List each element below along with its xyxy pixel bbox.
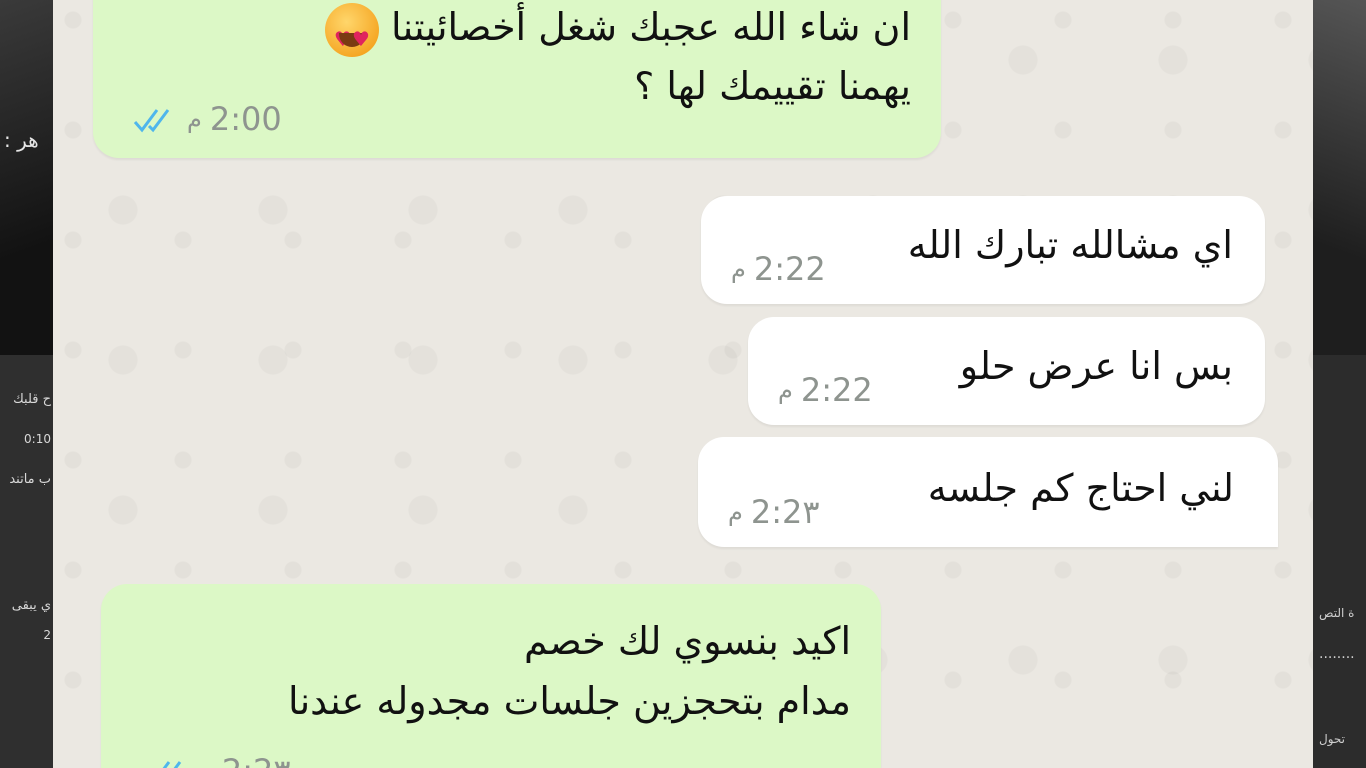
message-text-line: اكيد بنسوي لك خصم: [524, 619, 851, 663]
background-snippet: 2: [43, 628, 51, 642]
background-photo-left: [0, 0, 53, 355]
background-snippet: ة التص: [1319, 606, 1355, 620]
time-period: م: [731, 255, 746, 283]
message-text-line: مدام بتحجزين جلسات مجدوله عندنا: [288, 679, 851, 723]
message-time: 2:2٣: [750, 493, 820, 531]
message-bubble-outgoing[interactable]: ان شاء الله عجبك شغل أخصائيتنا يهمنا تقي…: [93, 0, 941, 158]
background-right-panel: ة التص ........ تحول: [1313, 0, 1366, 768]
message-meta: م 2:22: [778, 371, 873, 409]
background-left-panel: هر : ح قلبك 0:10 ب ماتند ي يبقى 2: [0, 0, 53, 768]
time-period: م: [728, 498, 743, 526]
double-check-icon: [133, 109, 170, 133]
background-text-fragment: هر :: [4, 128, 39, 152]
message-bubble-incoming[interactable]: بس انا عرض حلو م 2:22: [748, 317, 1265, 425]
message-meta: م 2:22: [731, 250, 826, 288]
chat-screenshot: ان شاء الله عجبك شغل أخصائيتنا يهمنا تقي…: [53, 0, 1313, 768]
time-period: م: [199, 757, 214, 768]
background-snippet: 0:10: [24, 432, 51, 446]
background-snippet: ي يبقى: [11, 598, 51, 613]
heart-eyes-emoji-icon: [324, 2, 379, 68]
message-time: 2:22: [800, 371, 873, 409]
background-list-left: [0, 355, 53, 768]
message-text-line: ان شاء الله عجبك شغل أخصائيتنا: [123, 0, 911, 68]
message-meta: م 2:00: [133, 100, 282, 138]
message-time: 2:00: [209, 100, 282, 138]
background-snippet: ........: [1319, 646, 1355, 662]
message-time: 2:2٣: [222, 752, 291, 768]
message-meta: م 2:2٣: [728, 493, 820, 531]
background-snippet: تحول: [1319, 732, 1346, 746]
message-bubble-incoming[interactable]: اي مشالله تبارك الله م 2:22: [701, 196, 1265, 304]
message-bubble-outgoing[interactable]: اكيد بنسوي لك خصم مدام بتحجزين جلسات مجد…: [101, 584, 881, 768]
background-snippet: ب ماتند: [9, 472, 51, 487]
background-snippet: ح قلبك: [13, 392, 51, 407]
background-photo-right: [1313, 0, 1366, 355]
message-bubble-incoming[interactable]: لني احتاج كم جلسه م 2:2٣: [698, 437, 1278, 547]
message-meta: م 2:2٣: [145, 752, 291, 768]
time-period: م: [187, 105, 202, 133]
time-period: م: [778, 376, 793, 404]
message-time: 2:22: [753, 250, 826, 288]
double-check-icon: [162, 761, 182, 768]
